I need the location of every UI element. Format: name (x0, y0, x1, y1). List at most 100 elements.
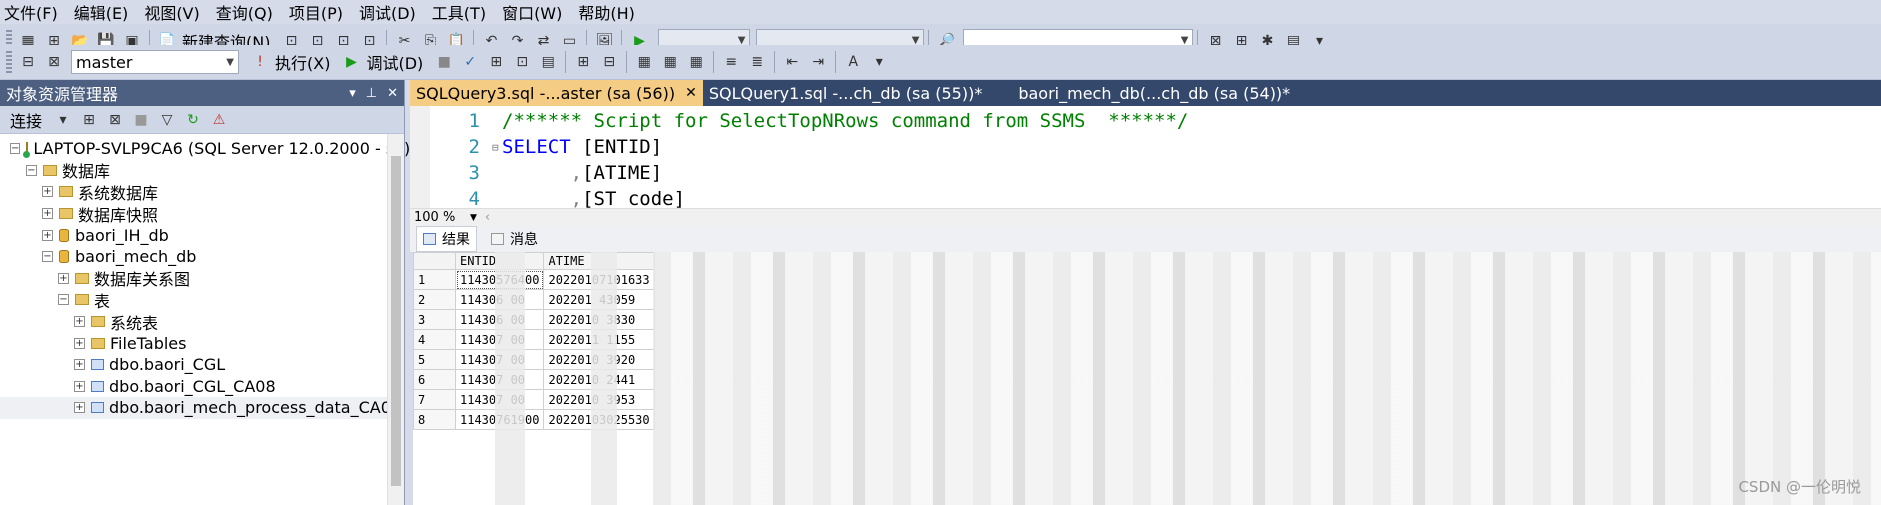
menu-help[interactable]: 帮助(H) (578, 0, 635, 24)
tree-node[interactable]: + FileTables (0, 332, 404, 354)
panel-menu-icon[interactable]: ▾ (349, 86, 356, 101)
document-tab[interactable]: SQLQuery3.sql -...aster (sa (56)) ✕ (410, 80, 703, 106)
tree-node[interactable]: + dbo.baori_CGL (0, 354, 404, 376)
collapse-icon[interactable]: − (42, 251, 53, 263)
grid-row[interactable]: 5 114307 00 2022010 3920 (413, 349, 655, 370)
connect-button[interactable]: 连接 (10, 108, 42, 132)
document-tab[interactable]: SQLQuery1.sql -...ch_db (sa (55))* (703, 80, 989, 106)
pin-icon[interactable]: ⊥ (366, 86, 377, 101)
results-to-text-icon[interactable]: ▤ (537, 51, 559, 73)
menu-project[interactable]: 项目(P) (289, 0, 343, 24)
tab-messages[interactable]: 消息 (491, 229, 538, 249)
debug-button[interactable]: 调试(D) (366, 50, 423, 74)
results-to-file-icon[interactable]: ▦ (659, 51, 681, 73)
connect-object-explorer-icon[interactable]: ⊞ (78, 109, 100, 131)
tree-node[interactable]: + 数据库关系图 (0, 268, 404, 289)
expand-icon[interactable]: + (74, 359, 85, 371)
close-icon[interactable]: ✕ (387, 86, 398, 101)
grid-row[interactable]: 3 114306 00 2022010 3830 (413, 309, 655, 330)
menu-tools[interactable]: 工具(T) (432, 0, 486, 24)
menu-file[interactable]: 文件(F) (4, 0, 58, 24)
expand-icon[interactable]: + (74, 316, 85, 328)
grid-row[interactable]: 2 114306 00 202201 43059 (413, 289, 655, 310)
row-number[interactable]: 8 (413, 409, 456, 430)
tree-node[interactable]: + dbo.baori_mech_process_data_CA08 (0, 397, 404, 419)
tree-node[interactable]: + baori_IH_db (0, 224, 404, 246)
tree-scrollbar[interactable] (387, 134, 404, 505)
refresh-icon[interactable]: ↻ (182, 109, 204, 131)
tree-node[interactable]: − 数据库 (0, 160, 404, 181)
connect-dropdown-icon[interactable]: ▾ (52, 109, 74, 131)
client-statistics-icon[interactable]: ⊟ (598, 51, 620, 73)
grid-row[interactable]: 4 114307 00 2022011 1155 (413, 329, 655, 350)
tree-node[interactable]: + 系统表 (0, 311, 404, 333)
fold-collapse-icon[interactable]: ⊟ (492, 141, 502, 154)
expand-icon[interactable]: + (42, 229, 53, 241)
available-databases-combo[interactable]: master ▼ (71, 50, 239, 74)
row-number[interactable]: 1 (413, 269, 456, 290)
menu-query[interactable]: 查询(Q) (216, 0, 273, 24)
grid-row[interactable]: 7 114307 00 2022010 3953 (413, 389, 655, 410)
toolbar-grip[interactable] (6, 51, 12, 73)
zoom-dropdown-icon[interactable]: ▼ (470, 213, 477, 223)
expand-icon[interactable]: + (74, 380, 85, 392)
code-keyword: SELECT (502, 136, 571, 158)
zoom-level[interactable]: 100 % (410, 210, 470, 225)
menu-edit[interactable]: 编辑(E) (74, 0, 129, 24)
tree-node[interactable]: − 表 (0, 289, 404, 311)
activity-monitor-icon[interactable]: ⚠ (208, 109, 230, 131)
disconnect-icon[interactable]: ⊠ (104, 109, 126, 131)
expand-icon[interactable]: + (42, 208, 53, 220)
decrease-indent-icon[interactable]: ⇤ (781, 51, 803, 73)
display-estimated-plan-icon[interactable]: ⊞ (485, 51, 507, 73)
menu-view[interactable]: 视图(V) (144, 0, 199, 24)
collapse-icon[interactable]: − (26, 164, 37, 176)
stop-icon[interactable]: ■ (130, 109, 152, 131)
query-editor[interactable]: 1 /****** Script for SelectTopNRows comm… (410, 106, 1881, 208)
uncomment-icon[interactable]: ≣ (746, 51, 768, 73)
grid-row[interactable]: 6 114307 00 2022010 2441 (413, 369, 655, 390)
specify-template-values-icon[interactable]: A (842, 51, 864, 73)
collapse-icon[interactable]: − (58, 294, 69, 306)
parse-icon[interactable]: ✓ (459, 51, 481, 73)
expand-icon[interactable]: + (42, 186, 53, 198)
row-number[interactable]: 5 (413, 349, 456, 370)
scrollbar-thumb[interactable] (391, 156, 401, 486)
menu-debug[interactable]: 调试(D) (359, 0, 416, 24)
tab-results[interactable]: 结果 (416, 226, 477, 252)
expand-icon[interactable]: + (74, 402, 85, 414)
tree-node[interactable]: + 数据库快照 (0, 203, 404, 225)
row-number[interactable]: 7 (413, 389, 456, 410)
document-tab[interactable]: baori_mech_db(...ch_db (sa (54))* (1012, 80, 1296, 106)
grid-row[interactable]: 81143076190020220103025530 (413, 409, 655, 430)
collapse-icon[interactable]: − (10, 143, 21, 155)
grid-row[interactable]: 11143057640020220107101633 (413, 269, 655, 290)
tree-node[interactable]: − baori_mech_db (0, 246, 404, 268)
execute-button[interactable]: 执行(X) (275, 50, 330, 74)
comment-icon[interactable]: ≡ (720, 51, 742, 73)
expand-icon[interactable]: + (74, 337, 85, 349)
tree-node[interactable]: − LAPTOP-SVLP9CA6 (SQL Server 12.0.2000 -… (0, 138, 410, 160)
tree-node[interactable]: + 系统数据库 (0, 181, 404, 203)
toolbar-overflow-icon[interactable]: ▾ (868, 51, 890, 73)
increase-indent-icon[interactable]: ⇥ (807, 51, 829, 73)
query-designer-icon[interactable]: ⊡ (511, 51, 533, 73)
row-number[interactable]: 6 (413, 369, 456, 390)
change-connection-icon[interactable]: ⊠ (43, 51, 65, 73)
expand-icon[interactable]: + (58, 272, 69, 284)
filter-icon[interactable]: ▽ (156, 109, 178, 131)
row-number[interactable]: 4 (413, 329, 456, 350)
connect-icon[interactable]: ⊟ (17, 51, 39, 73)
scroll-left-icon[interactable]: ‹ (485, 210, 490, 225)
include-plan-icon[interactable]: ⊞ (572, 51, 594, 73)
menu-window[interactable]: 窗口(W) (502, 0, 562, 24)
tree-node[interactable]: + dbo.baori_CGL_CA08 (0, 376, 404, 398)
execute-icon[interactable]: ! (249, 51, 271, 73)
results-to-grid-icon[interactable]: ▦ (633, 51, 655, 73)
debug-icon[interactable]: ▶ (340, 51, 362, 73)
row-number[interactable]: 2 (413, 289, 456, 310)
cancel-query-icon[interactable]: ■ (433, 51, 455, 73)
close-tab-icon[interactable]: ✕ (685, 85, 697, 101)
live-stats-icon[interactable]: ▦ (685, 51, 707, 73)
row-number[interactable]: 3 (413, 309, 456, 330)
